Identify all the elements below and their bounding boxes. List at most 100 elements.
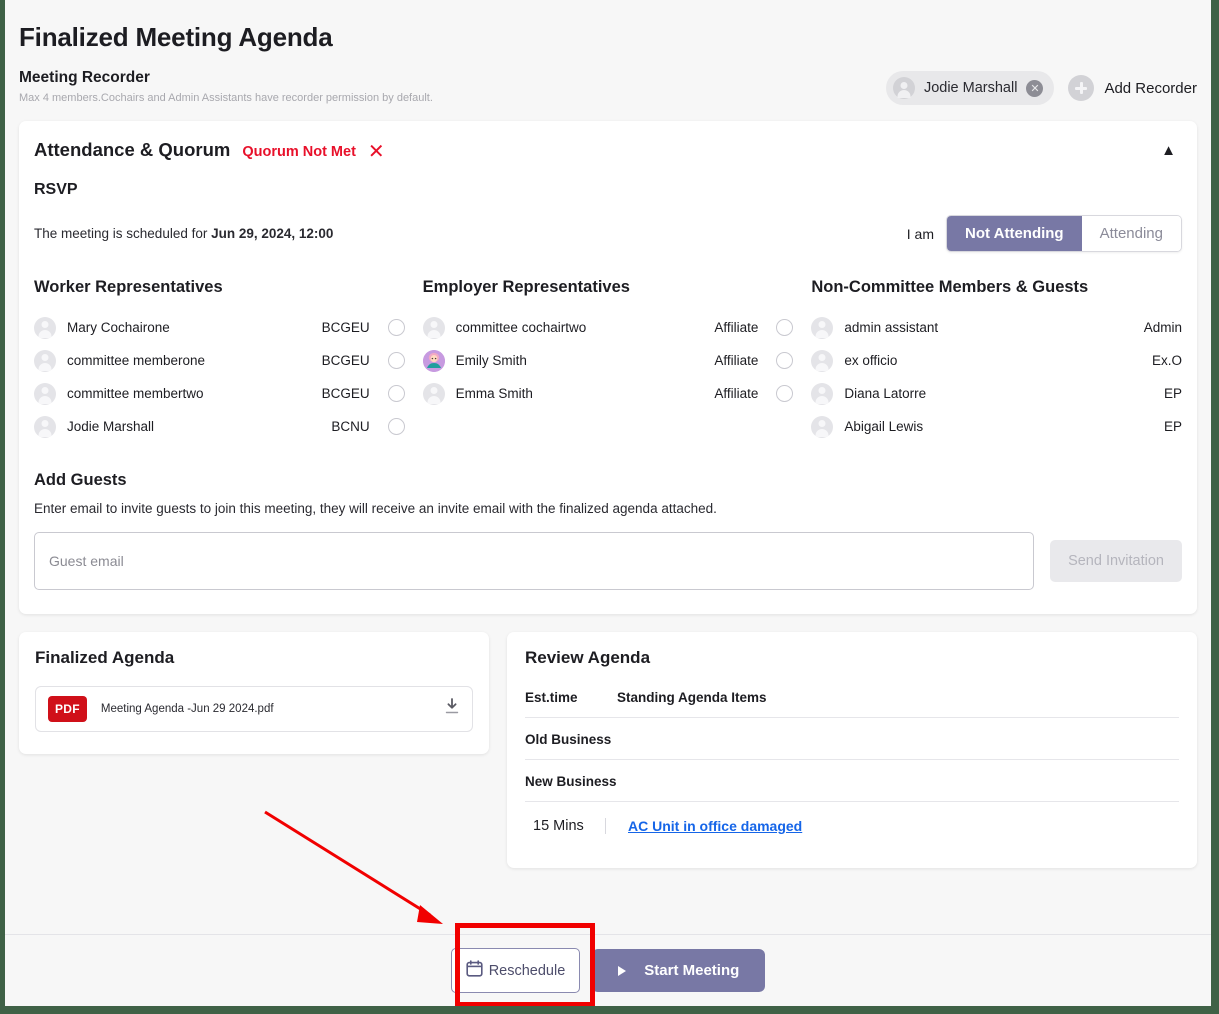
column-header-est-time: Est.time	[525, 690, 578, 705]
send-invitation-button[interactable]: Send Invitation	[1050, 540, 1182, 582]
meeting-recorder-text: Meeting Recorder Max 4 members.Cochairs …	[19, 69, 433, 104]
add-recorder-button[interactable]: Add Recorder	[1068, 75, 1197, 101]
rsvp-label: RSVP	[34, 181, 78, 198]
attendance-radio[interactable]	[776, 319, 794, 336]
guest-email-input[interactable]	[34, 532, 1035, 590]
person-icon	[34, 382, 56, 405]
attendance-title: Attendance & Quorum	[34, 139, 231, 160]
download-icon[interactable]	[444, 698, 460, 720]
attendance-radio[interactable]	[387, 385, 405, 402]
review-agenda-row: New Business	[525, 759, 1179, 801]
rsvp-segmented-control: Not Attending Attending	[946, 215, 1182, 252]
representatives-column: Worker Representatives Mary Cochairone BCG…	[34, 278, 423, 443]
attendee-row: Abigail Lewis EP	[811, 410, 1182, 443]
add-guests-title: Add Guests	[34, 471, 127, 489]
plus-icon	[1068, 75, 1095, 101]
person-icon	[34, 316, 56, 339]
page-root: Finalized Meeting Agenda Meeting Recorde…	[5, 0, 1211, 1006]
person-icon	[892, 77, 915, 99]
column-title: Worker Representatives	[34, 278, 223, 296]
schedule-row: The meeting is scheduled for Jun 29, 202…	[34, 215, 1182, 252]
rsvp-attending-button[interactable]: Attending	[1081, 216, 1181, 251]
attendee-row: committee membertwo BCGEU	[34, 377, 405, 410]
attendee-name: committee memberone	[67, 353, 206, 368]
recorder-chip-jodie-marshall[interactable]: Jodie Marshall ✕	[885, 71, 1055, 105]
meeting-recorder-title: Meeting Recorder	[19, 69, 150, 86]
pdf-icon: PDF	[48, 696, 87, 722]
attendance-radio[interactable]	[387, 319, 405, 336]
attendee-tag: EP	[1164, 419, 1183, 434]
avatar	[422, 349, 445, 372]
meeting-recorder-section: Meeting Recorder Max 4 members.Cochairs …	[19, 69, 1197, 105]
schedule-datetime: Jun 29, 2024, 12:00	[211, 226, 334, 241]
rsvp-not-attending-button[interactable]: Not Attending	[947, 216, 1082, 251]
attendee-name: Emma Smith	[455, 386, 533, 401]
column-title: Non-Committee Members & Guests	[811, 278, 1089, 296]
i-am-label: I am	[906, 225, 935, 242]
reschedule-label: Reschedule	[488, 962, 566, 979]
attendee-tag: Admin	[1143, 320, 1183, 335]
attendee-name: Emily Smith	[455, 353, 527, 368]
attendee-tag: BCNU	[331, 419, 370, 434]
attendance-radio[interactable]	[776, 352, 794, 369]
start-meeting-label: Start Meeting	[644, 962, 740, 979]
calendar-icon	[466, 960, 483, 981]
agenda-item-row: 15 Mins AC Unit in office damaged	[525, 801, 1179, 846]
agenda-item-link[interactable]: AC Unit in office damaged	[628, 818, 802, 834]
quorum-status-badge: Quorum Not Met	[242, 144, 356, 160]
schedule-text: The meeting is scheduled for Jun 29, 202…	[34, 226, 333, 241]
agenda-file-row[interactable]: PDF Meeting Agenda -Jun 29 2024.pdf	[35, 686, 473, 732]
attendee-row: Jodie Marshall BCNU	[34, 410, 405, 443]
divider	[605, 818, 606, 834]
attendee-tag: Affiliate	[714, 386, 759, 401]
attendee-tag: BCGEU	[321, 320, 370, 335]
agenda-file-name: Meeting Agenda -Jun 29 2024.pdf	[100, 703, 274, 715]
person-icon	[422, 316, 445, 339]
add-guests-row: Send Invitation	[34, 532, 1182, 590]
attendance-radio[interactable]	[387, 352, 405, 369]
attendance-radio[interactable]	[387, 418, 405, 435]
attendee-tag: BCGEU	[321, 353, 370, 368]
play-icon	[618, 965, 627, 976]
remove-recorder-icon[interactable]: ✕	[1026, 79, 1044, 97]
quorum-not-met-icon: ✕	[367, 139, 385, 163]
attendee-row: committee memberone BCGEU	[34, 344, 405, 377]
person-icon	[422, 382, 445, 405]
start-meeting-button[interactable]: Start Meeting	[592, 949, 766, 992]
attendee-tag: Affiliate	[714, 320, 759, 335]
person-icon	[811, 316, 834, 339]
attendee-row: Mary Cochairone BCGEU	[34, 311, 405, 344]
attendee-name: ex officio	[844, 353, 898, 368]
review-agenda-title: Review Agenda	[525, 648, 651, 667]
attendee-name: Diana Latorre	[844, 386, 927, 401]
attendee-row: admin assistant Admin	[811, 311, 1182, 344]
attendee-tag: BCGEU	[321, 386, 370, 401]
attendance-radio[interactable]	[776, 385, 794, 402]
schedule-prefix: The meeting is scheduled for	[34, 226, 212, 241]
review-agenda-rows: Old Business New Business	[525, 717, 1179, 801]
attendee-row: Diana Latorre EP	[811, 377, 1182, 410]
attendee-name: committee membertwo	[67, 386, 204, 401]
finalized-agenda-title: Finalized Agenda	[35, 648, 175, 667]
attendee-row: ex officio Ex.O	[811, 344, 1182, 377]
person-icon	[811, 349, 834, 372]
attendance-header: Attendance & Quorum Quorum Not Met ✕ ▲	[34, 139, 1182, 161]
representatives-column: Non-Committee Members & Guests admin assi…	[811, 278, 1182, 443]
attendee-name: Mary Cochairone	[67, 320, 170, 335]
attendee-row: Emily Smith Affiliate	[422, 344, 794, 377]
attendee-name: committee cochairtwo	[455, 320, 587, 335]
meeting-recorder-controls: Jodie Marshall ✕ Add Recorder	[885, 69, 1197, 105]
column-title: Employer Representatives	[422, 278, 630, 296]
finalized-agenda-card: Finalized Agenda PDF Meeting Agenda -Jun…	[19, 632, 489, 754]
meeting-recorder-note: Max 4 members.Cochairs and Admin Assista…	[19, 92, 433, 104]
rsvp-control: I am Not Attending Attending	[907, 215, 1182, 252]
person-icon	[34, 349, 56, 372]
chevron-up-icon[interactable]: ▲	[1161, 142, 1182, 159]
representatives-columns: Worker Representatives Mary Cochairone BCG…	[34, 278, 1182, 443]
attendee-name: Abigail Lewis	[844, 419, 924, 434]
attendance-quorum-card: Attendance & Quorum Quorum Not Met ✕ ▲ R…	[19, 121, 1197, 614]
agenda-item-time: 15 Mins	[533, 818, 584, 834]
app-frame: Finalized Meeting Agenda Meeting Recorde…	[5, 0, 1211, 1006]
reschedule-button[interactable]: Reschedule	[450, 948, 581, 993]
review-agenda-card: Review Agenda Est.time Standing Agenda I…	[507, 632, 1197, 868]
